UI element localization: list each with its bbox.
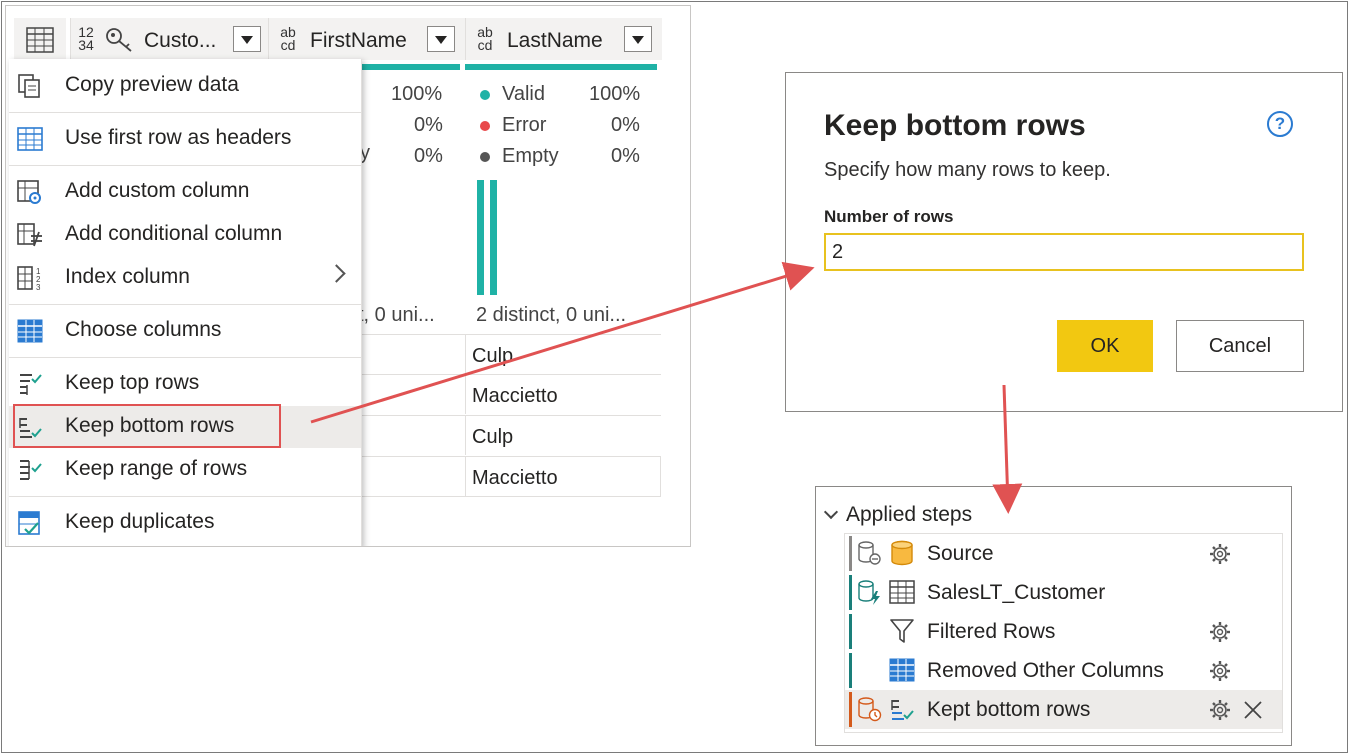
annotation-arrows bbox=[310, 261, 1023, 514]
arrow-to-dialog bbox=[310, 261, 815, 424]
arrow-to-applied-steps bbox=[992, 384, 1023, 514]
